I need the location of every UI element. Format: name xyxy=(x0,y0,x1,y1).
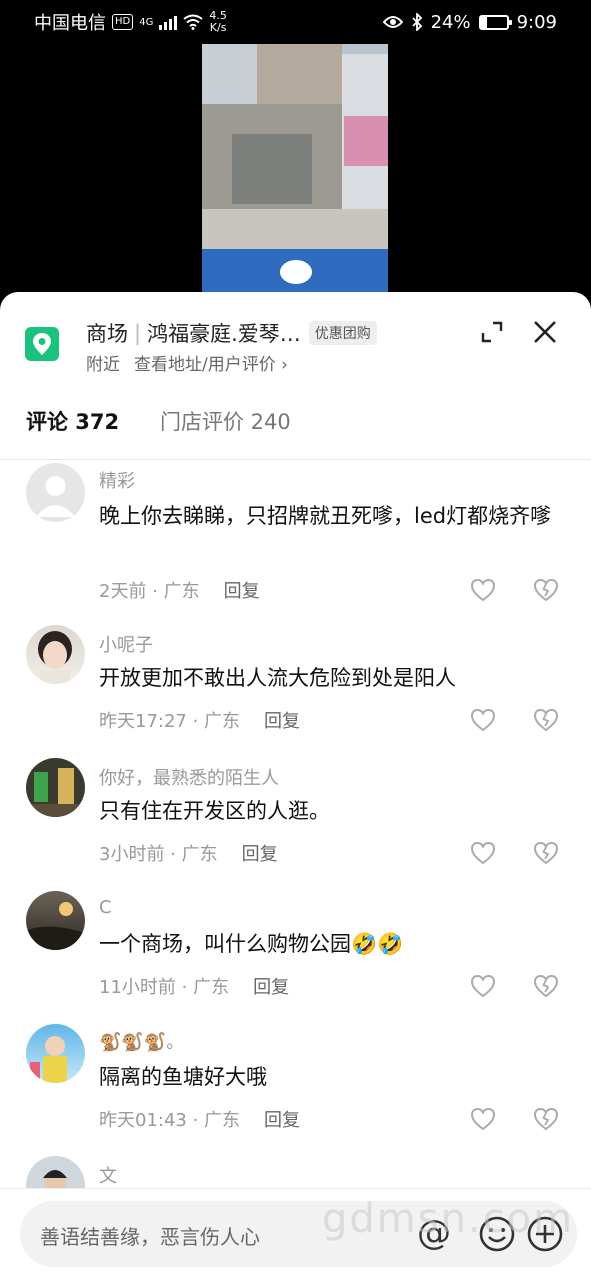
status-bar: 中国电信 HD 4G 4.5 K/s 24% 9:09 xyxy=(0,0,591,44)
add-icon[interactable] xyxy=(526,1215,564,1253)
net-speed-unit: K/s xyxy=(209,21,227,34)
wifi-icon xyxy=(183,14,203,30)
battery-percent: 24% xyxy=(430,11,471,33)
video-area[interactable] xyxy=(0,44,591,304)
comment-time: 昨天17:27 xyxy=(99,711,187,732)
hd-badge: HD xyxy=(112,14,134,30)
close-icon[interactable] xyxy=(531,318,559,346)
tab-comments[interactable]: 评论 372 xyxy=(26,406,119,436)
meta-separator: · xyxy=(164,844,182,865)
avatar[interactable] xyxy=(26,463,85,522)
comment-input[interactable]: 善语结善缘，恶言伤人心 @ xyxy=(20,1201,577,1267)
comment-location: 广东 xyxy=(204,711,241,732)
avatar[interactable] xyxy=(26,758,85,817)
carrier-group: 中国电信 HD 4G 4.5 K/s xyxy=(34,9,227,35)
tab-store-reviews[interactable]: 门店评价 240 xyxy=(160,406,291,436)
avatar[interactable] xyxy=(26,625,85,684)
poi-category: 商场 xyxy=(86,322,128,346)
meta-separator: · xyxy=(146,581,164,602)
comment-username[interactable]: 精彩 xyxy=(99,467,135,493)
building-shape xyxy=(257,44,342,104)
comments-sheet: 商场 | 鸿福豪庭.爱琴… 优惠团购 附近 查看地址/用户评价 › 评论 372 … xyxy=(0,292,591,1280)
reply-button[interactable]: 回复 xyxy=(242,844,278,865)
comment-time: 11小时前 xyxy=(99,977,176,998)
comment-username[interactable]: 🐒🐒🐒。 xyxy=(99,1028,184,1054)
signal-icon xyxy=(159,14,178,30)
comment-meta: 11小时前 · 广东 回复 xyxy=(99,973,289,999)
battery-fill xyxy=(480,16,487,28)
meta-separator: · xyxy=(186,711,205,732)
poi-header[interactable]: 商场 | 鸿福豪庭.爱琴… 优惠团购 附近 查看地址/用户评价 › xyxy=(0,292,591,382)
comment-username[interactable]: C xyxy=(99,897,112,918)
comment-text: 只有住在开发区的人逛。 xyxy=(99,799,330,823)
comment-time: 昨天01:43 xyxy=(99,1110,187,1131)
comment-meta: 昨天17:27 · 广东 回复 xyxy=(99,707,300,733)
comment-username[interactable]: 文 xyxy=(99,1162,117,1188)
eye-icon xyxy=(382,16,403,28)
avatar[interactable] xyxy=(26,891,85,950)
avatar[interactable] xyxy=(26,1024,85,1083)
comment-text: 隔离的鱼塘好大哦 xyxy=(99,1065,267,1089)
poi-subtitle[interactable]: 附近 查看地址/用户评价 › xyxy=(86,350,288,375)
address-link[interactable]: 查看地址/用户评价 › xyxy=(134,355,288,375)
carrier-name: 中国电信 xyxy=(34,13,106,34)
billboard-shape xyxy=(344,116,388,166)
broken-heart-icon[interactable] xyxy=(533,578,559,602)
comment-location: 广东 xyxy=(163,581,200,602)
broken-heart-icon[interactable] xyxy=(533,708,559,732)
net-speed: 4.5 K/s xyxy=(209,10,227,34)
reply-button[interactable]: 回复 xyxy=(264,711,300,732)
comment-text: 开放更加不敢出人流大危险到处是阳人 xyxy=(99,666,456,690)
meta-separator: · xyxy=(175,977,194,998)
comment-input-bar: 善语结善缘，恶言伤人心 @ xyxy=(0,1188,591,1280)
poi-name: 鸿福豪庭.爱琴… xyxy=(147,322,301,346)
mall-facade xyxy=(232,134,312,204)
heart-icon[interactable] xyxy=(470,1107,496,1131)
avatar[interactable] xyxy=(26,1156,85,1191)
plaza-shape xyxy=(202,209,388,249)
logo-shape xyxy=(280,260,312,284)
comment-meta: 3小时前 · 广东 回复 xyxy=(99,840,278,866)
comment-time: 3小时前 xyxy=(99,844,165,865)
mention-icon[interactable]: @ xyxy=(414,1213,454,1253)
poi-nearby: 附近 xyxy=(86,355,120,375)
emoji-icon[interactable] xyxy=(478,1215,516,1253)
clock: 9:09 xyxy=(516,11,557,33)
reply-button[interactable]: 回复 xyxy=(253,977,289,998)
bluetooth-icon xyxy=(411,13,422,31)
comment-time: 2天前 xyxy=(99,581,147,602)
heart-icon[interactable] xyxy=(470,578,496,602)
broken-heart-icon[interactable] xyxy=(533,841,559,865)
comment-meta: 昨天01:43 · 广东 回复 xyxy=(99,1106,300,1132)
comment-location: 广东 xyxy=(193,977,230,998)
video-frame[interactable] xyxy=(202,44,388,292)
broken-heart-icon[interactable] xyxy=(533,1107,559,1131)
comment-location: 广东 xyxy=(204,1110,241,1131)
network-type: 4G xyxy=(139,16,154,28)
poi-title[interactable]: 商场 | 鸿福豪庭.爱琴… 优惠团购 xyxy=(86,318,377,348)
meta-separator: · xyxy=(186,1110,205,1131)
comment-location: 广东 xyxy=(181,844,218,865)
comment-input-placeholder: 善语结善缘，恶言伤人心 xyxy=(40,1225,260,1249)
heart-icon[interactable] xyxy=(470,708,496,732)
broken-heart-icon[interactable] xyxy=(533,974,559,998)
comment-text: 一个商场，叫什么购物公园🤣🤣 xyxy=(99,932,404,956)
deal-tag[interactable]: 优惠团购 xyxy=(308,321,377,345)
title-divider: | xyxy=(134,321,142,345)
heart-icon[interactable] xyxy=(470,974,496,998)
reply-button[interactable]: 回复 xyxy=(224,581,260,602)
location-pin-icon xyxy=(25,327,59,361)
battery-icon xyxy=(478,14,512,30)
heart-icon[interactable] xyxy=(470,841,496,865)
comment-meta: 2天前 · 广东 回复 xyxy=(99,577,260,603)
expand-icon[interactable] xyxy=(480,320,504,344)
tab-bar: 评论 372 门店评价 240 xyxy=(0,392,591,460)
comment-username[interactable]: 小呢子 xyxy=(99,631,153,657)
comment-list[interactable]: 精彩 晚上你去睇睇，只招牌就丑死嗲，led灯都烧齐嗲 2天前 · 广东 回复 小呢… xyxy=(0,461,591,1191)
comment-username[interactable]: 你好，最熟悉的陌生人 xyxy=(99,764,279,790)
status-right: 24% 9:09 xyxy=(382,11,557,33)
comment-text: 晚上你去睇睇，只招牌就丑死嗲，led灯都烧齐嗲 xyxy=(99,504,552,528)
reply-button[interactable]: 回复 xyxy=(264,1110,300,1131)
